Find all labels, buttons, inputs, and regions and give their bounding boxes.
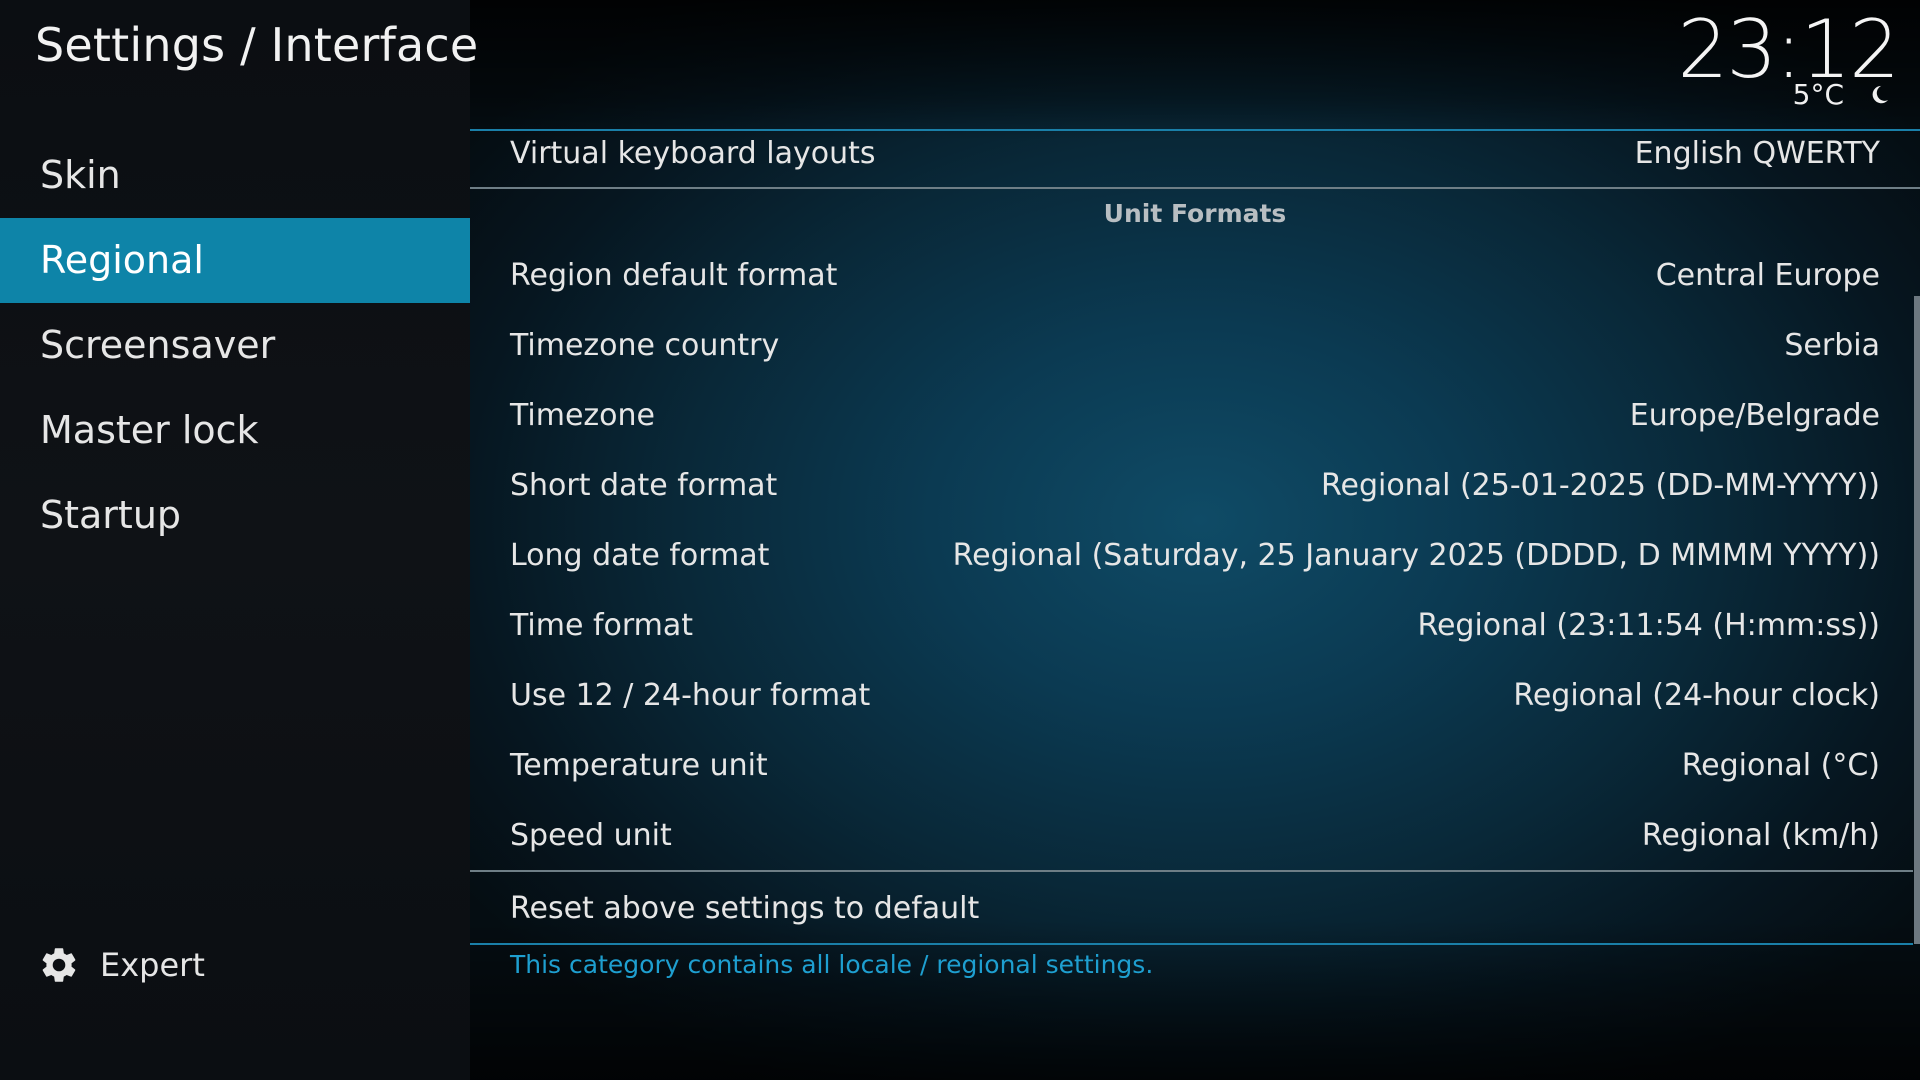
setting-row-short-date-format[interactable]: Short date format Regional (25-01-2025 (… (470, 450, 1920, 520)
expert-label: Expert (100, 946, 205, 984)
kodi-settings-screen: Settings / Interface Skin Regional Scree… (0, 0, 1920, 1080)
setting-label: Long date format (510, 537, 770, 573)
setting-value: Regional (25-01-2025 (DD-MM-YYYY)) (1320, 467, 1880, 503)
setting-label: Use 12 / 24-hour format (510, 677, 871, 713)
section-divider (470, 187, 1920, 189)
setting-label: Region default format (510, 257, 838, 293)
setting-row-temperature-unit[interactable]: Temperature unit Regional (°C) (470, 730, 1920, 800)
sidebar-item-skin[interactable]: Skin (0, 133, 470, 218)
setting-value: Regional (°C) (1681, 747, 1880, 783)
section-heading-unit-formats: Unit Formats (1103, 199, 1287, 228)
setting-row-12-24-hour-format[interactable]: Use 12 / 24-hour format Regional (24-hou… (470, 660, 1920, 730)
setting-value: Central Europe (1655, 257, 1880, 293)
setting-value: Regional (Saturday, 25 January 2025 (DDD… (952, 537, 1880, 573)
gear-icon (42, 948, 76, 982)
sidebar-item-regional[interactable]: Regional (0, 218, 470, 303)
setting-row-timezone-country[interactable]: Timezone country Serbia (470, 310, 1920, 380)
category-description: This category contains all locale / regi… (510, 950, 1154, 979)
setting-label: Short date format (510, 467, 778, 503)
expert-button[interactable]: Expert (38, 940, 205, 990)
setting-value: Regional (24-hour clock) (1513, 677, 1880, 713)
setting-value: Regional (km/h) (1641, 817, 1880, 853)
page-title: Settings / Interface (35, 18, 479, 72)
setting-value: Regional (23:11:54 (H:mm:ss)) (1417, 607, 1880, 643)
setting-row-time-format[interactable]: Time format Regional (23:11:54 (H:mm:ss)… (470, 590, 1920, 660)
setting-value: Europe/Belgrade (1629, 397, 1880, 433)
setting-label: Virtual keyboard layouts (510, 135, 876, 171)
setting-label: Temperature unit (510, 747, 768, 783)
reset-divider (470, 870, 1913, 872)
reset-settings-button[interactable]: Reset above settings to default (470, 873, 1920, 943)
setting-row-timezone[interactable]: Timezone Europe/Belgrade (470, 380, 1920, 450)
setting-row-long-date-format[interactable]: Long date format Regional (Saturday, 25 … (470, 520, 1920, 590)
setting-value: Serbia (1784, 327, 1880, 363)
setting-label: Timezone country (510, 327, 780, 363)
setting-label: Timezone (510, 397, 655, 433)
sidebar-item-startup[interactable]: Startup (0, 473, 470, 558)
sidebar-menu: Skin Regional Screensaver Master lock St… (0, 133, 470, 558)
bottom-divider (470, 943, 1913, 945)
sidebar-item-screensaver[interactable]: Screensaver (0, 303, 470, 388)
setting-label: Time format (510, 607, 694, 643)
scrollbar[interactable] (1914, 296, 1920, 944)
setting-label: Speed unit (510, 817, 672, 853)
setting-value: English QWERTY (1634, 135, 1880, 171)
sidebar-item-master-lock[interactable]: Master lock (0, 388, 470, 473)
setting-row-speed-unit[interactable]: Speed unit Regional (km/h) (470, 800, 1920, 870)
settings-list: Virtual keyboard layouts English QWERTY … (470, 0, 1920, 1080)
setting-row-keyboard-layouts[interactable]: Virtual keyboard layouts English QWERTY (470, 118, 1920, 188)
sidebar: Settings / Interface Skin Regional Scree… (0, 0, 478, 1080)
setting-row-region-default-format[interactable]: Region default format Central Europe (470, 240, 1920, 310)
reset-label: Reset above settings to default (510, 890, 980, 926)
